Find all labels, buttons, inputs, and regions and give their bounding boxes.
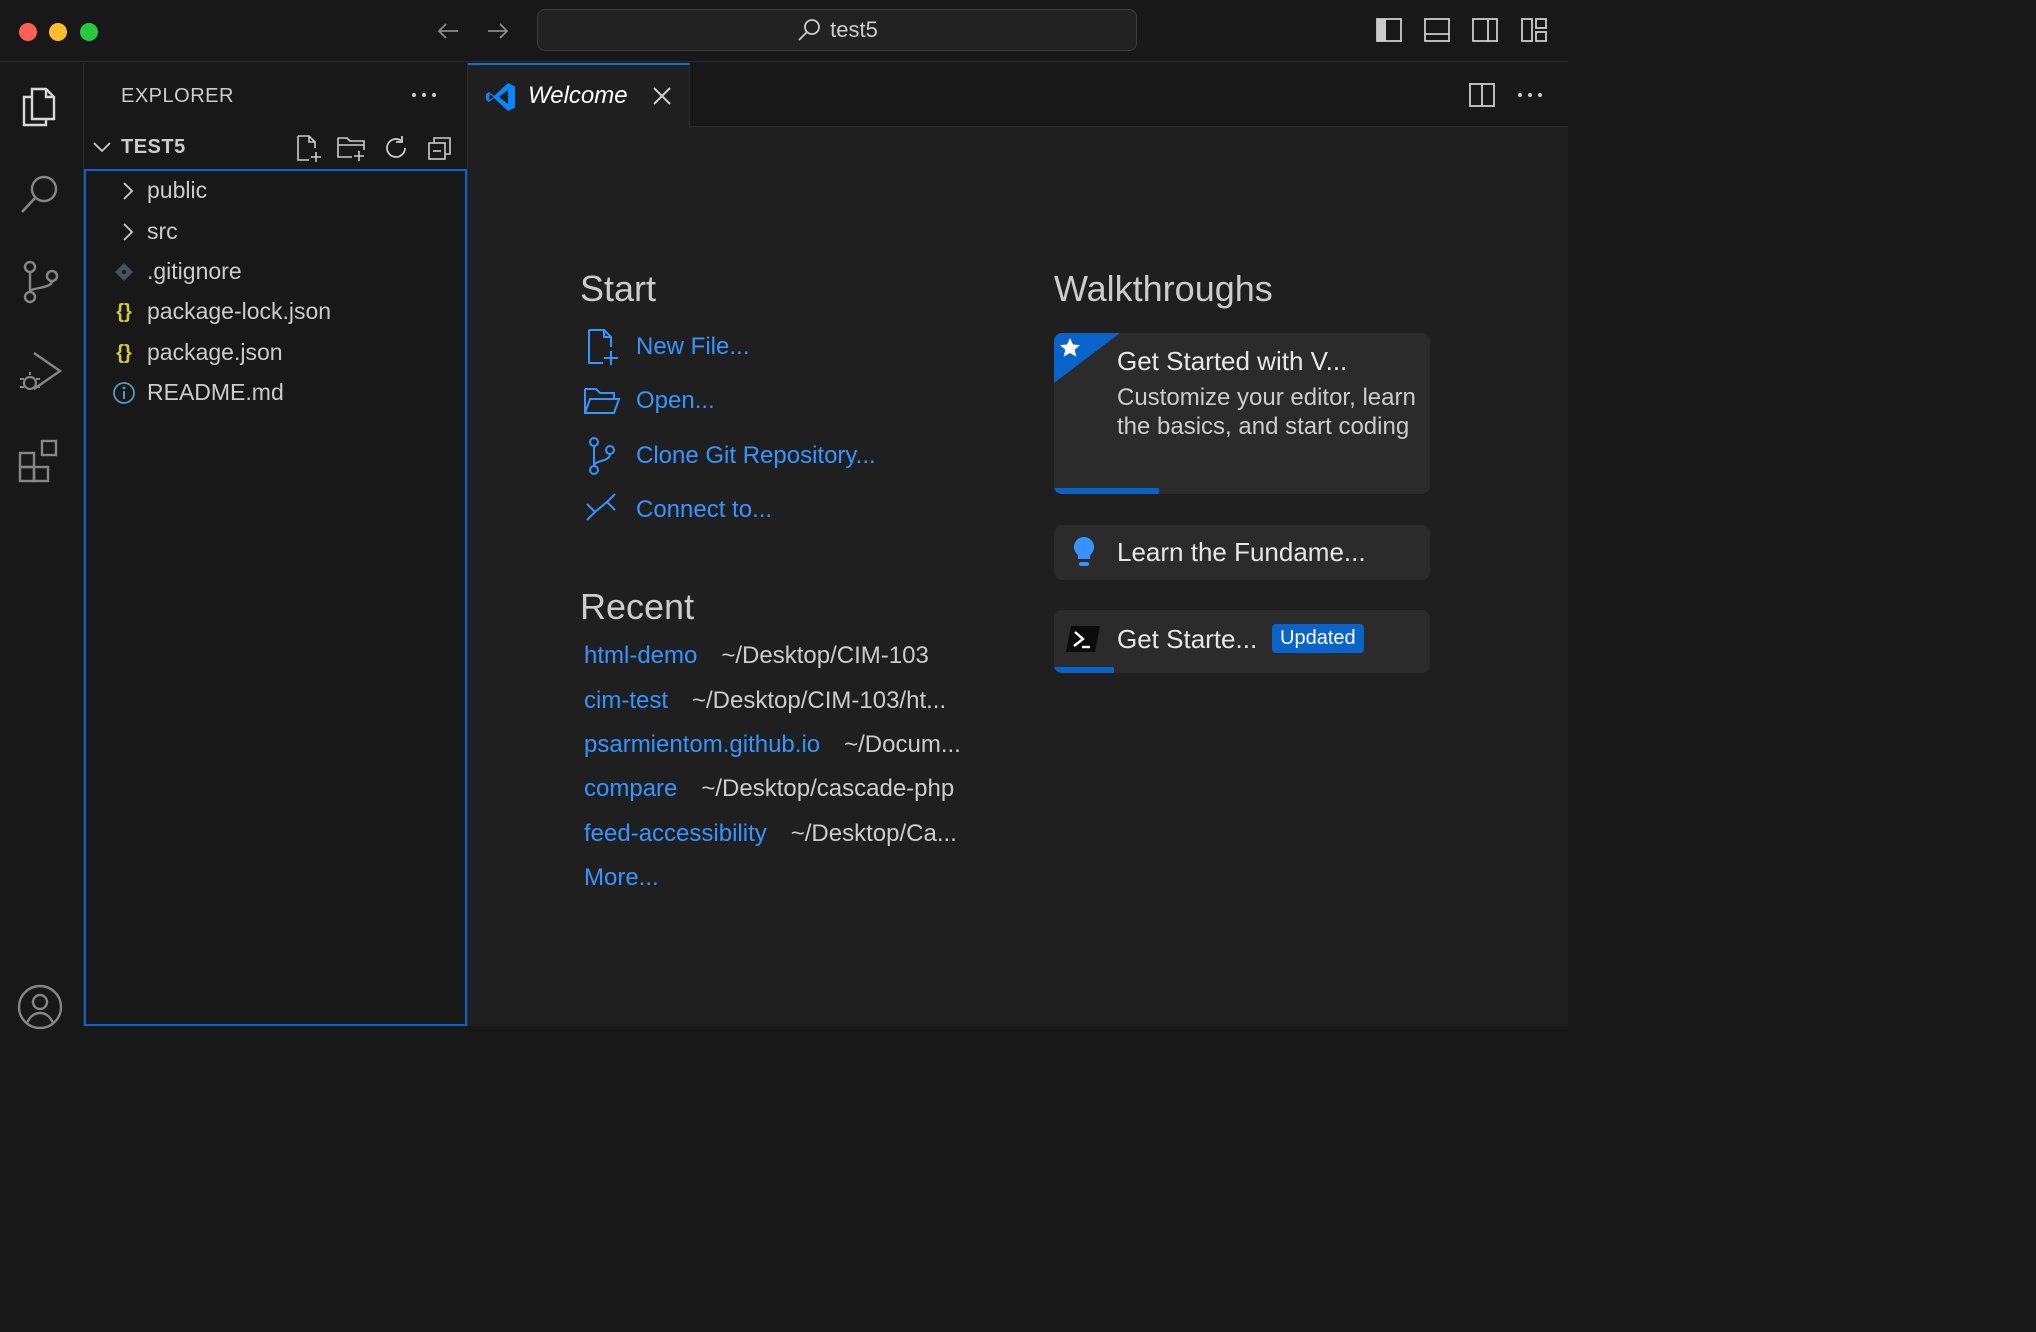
split-editor-icon[interactable] <box>1466 79 1498 111</box>
command-center-search[interactable]: test5 <box>537 9 1137 51</box>
lightbulb-icon <box>1070 535 1098 569</box>
walkthrough-title: Learn the Fundame... <box>1117 537 1366 567</box>
start-item-label: Open... <box>636 387 715 414</box>
star-icon <box>1054 333 1120 383</box>
walkthrough-progress-bar <box>1054 667 1115 673</box>
file-tree: public src .gitignore {} package-lock.js… <box>84 169 467 1026</box>
tree-item-public[interactable]: public <box>86 171 465 211</box>
chevron-right-icon <box>118 222 138 242</box>
toggle-secondary-sidebar-icon[interactable] <box>1470 15 1500 45</box>
recent-item-name[interactable]: html-demo <box>584 642 697 669</box>
recent-item-path: ~/Docum... <box>844 731 961 758</box>
more-actions-icon[interactable] <box>408 81 440 109</box>
walkthrough-progress-bar <box>1054 488 1160 494</box>
recent-heading: Recent <box>580 586 695 627</box>
run-and-debug-icon[interactable] <box>16 347 64 395</box>
tree-item-src[interactable]: src <box>86 212 465 252</box>
tree-item-package-lock[interactable]: {} package-lock.json <box>86 292 465 332</box>
tree-item-package-json[interactable]: {} package.json <box>86 333 465 373</box>
start-item-label: Connect to... <box>636 496 773 523</box>
refresh-icon[interactable] <box>381 133 411 163</box>
explorer-sidebar: EXPLORER TEST5 public src .gitignore {} … <box>84 63 468 1026</box>
updated-badge: Updated <box>1272 624 1364 653</box>
extensions-icon[interactable] <box>16 437 64 485</box>
tree-item-label: .gitignore <box>147 258 242 284</box>
window-minimize-button[interactable] <box>49 23 67 41</box>
walkthrough-card-get-started-updated[interactable]: Get Starte... Updated <box>1054 610 1430 673</box>
tab-label: Welcome <box>528 82 628 109</box>
command-center-label: test5 <box>830 17 878 42</box>
chevron-down-icon <box>92 137 112 157</box>
walkthrough-title: Get Started with V... <box>1117 346 1348 376</box>
editor-area: Welcome Start New File... Open... Clone … <box>468 63 1568 1026</box>
start-item-label: New File... <box>636 333 750 360</box>
recent-item-name[interactable]: cim-test <box>584 687 668 714</box>
json-file-icon: {} <box>116 342 132 364</box>
new-folder-icon[interactable] <box>336 133 366 163</box>
recent-item-name[interactable]: psarmientom.github.io <box>584 731 820 758</box>
recent-item[interactable]: cim-test ~/Desktop/CIM-103/ht... <box>584 687 946 721</box>
remote-icon <box>581 490 621 530</box>
window-close-button[interactable] <box>19 23 37 41</box>
recent-item[interactable]: html-demo ~/Desktop/CIM-103 <box>584 642 929 676</box>
walkthroughs-heading: Walkthroughs <box>1054 268 1273 309</box>
recent-item-path: ~/Desktop/Ca... <box>790 820 957 847</box>
tree-item-label: public <box>147 177 208 203</box>
walkthrough-card-get-started[interactable]: Get Started with V... Customize your edi… <box>1054 333 1430 494</box>
search-icon <box>796 17 822 43</box>
recent-item[interactable]: feed-accessibility ~/Desktop/Ca... <box>584 820 957 854</box>
tree-item-label: package.json <box>147 339 283 365</box>
source-control-icon <box>581 436 621 476</box>
recent-item[interactable]: compare ~/Desktop/cascade-php <box>584 775 954 809</box>
recent-item-path: ~/Desktop/CIM-103/ht... <box>692 687 947 714</box>
tree-item-label: README.md <box>147 379 284 405</box>
folder-name: TEST5 <box>121 136 186 158</box>
explorer-icon[interactable] <box>16 83 64 131</box>
walkthrough-card-fundamentals[interactable]: Learn the Fundame... <box>1054 525 1430 580</box>
folder-open-icon <box>581 381 621 421</box>
recent-item-name[interactable]: compare <box>584 775 677 802</box>
new-file-icon[interactable] <box>293 133 323 163</box>
json-file-icon: {} <box>116 301 132 323</box>
toggle-panel-icon[interactable] <box>1422 15 1452 45</box>
close-icon[interactable] <box>650 84 674 108</box>
activity-bar <box>0 63 84 1030</box>
tree-item-readme[interactable]: README.md <box>86 373 465 413</box>
tree-item-gitignore[interactable]: .gitignore <box>86 252 465 292</box>
more-recent-link[interactable]: More... <box>584 864 659 892</box>
vscode-logo-icon <box>485 81 517 113</box>
search-icon[interactable] <box>16 170 64 218</box>
chevron-right-icon <box>118 181 138 201</box>
tab-bar: Welcome <box>468 63 1568 128</box>
sidebar-title: EXPLORER <box>121 85 234 107</box>
go-forward-icon[interactable] <box>482 16 512 46</box>
collapse-all-icon[interactable] <box>425 133 455 163</box>
recent-item[interactable]: psarmientom.github.io ~/Docum... <box>584 731 961 765</box>
go-back-icon[interactable] <box>434 16 464 46</box>
recent-item-path: ~/Desktop/cascade-php <box>701 775 955 802</box>
folder-header[interactable]: TEST5 <box>84 129 468 167</box>
window-zoom-button[interactable] <box>80 23 98 41</box>
new-file-icon <box>581 327 621 367</box>
title-bar: test5 <box>0 0 1568 62</box>
start-item-label: Clone Git Repository... <box>636 442 876 469</box>
walkthrough-description: Customize your editor, learn the basics,… <box>1117 384 1416 440</box>
info-icon <box>112 381 136 405</box>
recent-item-path: ~/Desktop/CIM-103 <box>721 642 929 669</box>
tree-item-label: src <box>147 218 178 244</box>
recent-item-name[interactable]: feed-accessibility <box>584 820 767 847</box>
terminal-icon <box>1066 624 1100 654</box>
tab-welcome[interactable]: Welcome <box>468 63 690 128</box>
start-heading: Start <box>580 268 657 309</box>
git-file-icon <box>112 260 136 284</box>
customize-layout-icon[interactable] <box>1519 15 1549 45</box>
tree-item-label: package-lock.json <box>147 298 332 324</box>
accounts-icon[interactable] <box>16 983 64 1031</box>
toggle-primary-sidebar-icon[interactable] <box>1374 15 1404 45</box>
more-actions-icon[interactable] <box>1514 79 1546 111</box>
walkthrough-title: Get Starte... <box>1117 624 1258 654</box>
source-control-icon[interactable] <box>16 258 64 306</box>
